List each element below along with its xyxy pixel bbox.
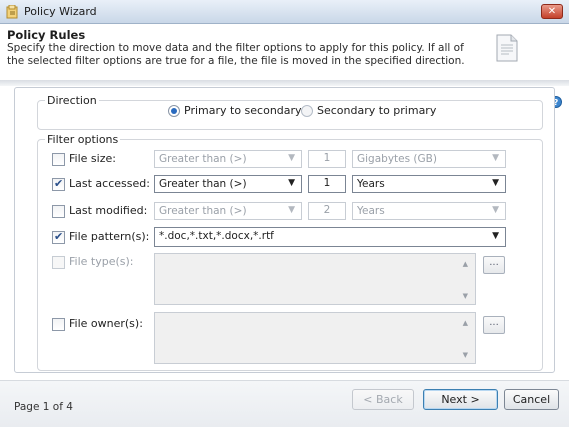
scroll-up-icon[interactable]: ▲ [463, 260, 468, 268]
file-owner-list[interactable]: ▲ ▼ [154, 312, 476, 364]
file-size-operator-value: Greater than (>) [159, 153, 247, 165]
radio-primary-to-secondary[interactable] [168, 105, 180, 117]
last-modified-value-input[interactable]: 2 [308, 202, 346, 220]
last-accessed-operator-select[interactable]: Greater than (>) ▼ [154, 175, 302, 193]
file-size-label: File size: [69, 152, 116, 165]
last-accessed-operator-value: Greater than (>) [159, 178, 247, 190]
radio-primary-to-secondary-label[interactable]: Primary to secondary [184, 104, 302, 117]
scroll-up-icon[interactable]: ▲ [463, 319, 468, 327]
close-button[interactable]: ✕ [541, 4, 563, 19]
last-accessed-value-input[interactable]: 1 [308, 175, 346, 193]
header-separator [0, 80, 569, 86]
dropdown-arrow-icon: ▼ [288, 205, 295, 215]
last-modified-label: Last modified: [69, 204, 148, 217]
last-modified-operator-select[interactable]: Greater than (>) ▼ [154, 202, 302, 220]
last-accessed-checkbox[interactable] [52, 177, 65, 191]
page-indicator: Page 1 of 4 [14, 401, 73, 413]
wizard-header: Policy Rules Specify the direction to mo… [0, 25, 569, 80]
back-button[interactable]: < Back [352, 389, 414, 410]
file-size-unit-select[interactable]: Gigabytes (GB) ▼ [352, 150, 506, 168]
dropdown-arrow-icon: ▼ [492, 153, 499, 163]
file-owner-checkbox[interactable] [52, 318, 65, 331]
dropdown-arrow-icon: ▼ [288, 178, 295, 188]
file-type-checkbox[interactable] [52, 256, 65, 269]
file-type-list[interactable]: ▲ ▼ [154, 253, 476, 305]
last-modified-operator-value: Greater than (>) [159, 205, 247, 217]
dropdown-arrow-icon: ▼ [288, 153, 295, 163]
window-title: Policy Wizard [24, 5, 97, 18]
filter-options-legend: Filter options [45, 133, 121, 146]
title-bar: Policy Wizard ✕ [0, 0, 569, 24]
page-description: Specify the direction to move data and t… [7, 42, 465, 67]
file-size-operator-select[interactable]: Greater than (>) ▼ [154, 150, 302, 168]
file-size-checkbox[interactable] [52, 153, 65, 166]
policy-wizard-icon [6, 5, 18, 19]
file-pattern-label: File pattern(s): [69, 230, 150, 243]
last-accessed-unit-value: Years [357, 178, 385, 190]
last-modified-unit-select[interactable]: Years ▼ [352, 202, 506, 220]
file-type-browse-button[interactable]: ... [483, 256, 505, 274]
dropdown-arrow-icon: ▼ [492, 205, 499, 215]
file-pattern-value: *.doc,*.txt,*.docx,*.rtf [159, 230, 274, 242]
direction-legend: Direction [45, 94, 99, 107]
page-title: Policy Rules [7, 28, 86, 42]
scroll-down-icon[interactable]: ▼ [463, 351, 468, 359]
document-icon [496, 34, 518, 62]
file-size-unit-value: Gigabytes (GB) [357, 153, 437, 165]
radio-secondary-to-primary[interactable] [301, 105, 313, 117]
dropdown-arrow-icon: ▼ [492, 178, 499, 188]
file-size-value-input[interactable]: 1 [308, 150, 346, 168]
last-accessed-unit-select[interactable]: Years ▼ [352, 175, 506, 193]
cancel-button[interactable]: Cancel [504, 389, 559, 410]
file-owner-browse-button[interactable]: ... [483, 316, 505, 334]
next-button[interactable]: Next > [423, 389, 498, 410]
file-pattern-combobox[interactable]: *.doc,*.txt,*.docx,*.rtf ▼ [154, 227, 506, 247]
file-owner-label: File owner(s): [69, 317, 143, 330]
last-modified-checkbox[interactable] [52, 205, 65, 218]
last-modified-unit-value: Years [357, 205, 385, 217]
file-type-label: File type(s): [69, 255, 134, 268]
scroll-down-icon[interactable]: ▼ [463, 292, 468, 300]
dropdown-arrow-icon: ▼ [492, 231, 499, 241]
last-accessed-label: Last accessed: [69, 177, 150, 190]
file-pattern-checkbox[interactable] [52, 230, 65, 244]
radio-secondary-to-primary-label[interactable]: Secondary to primary [317, 104, 436, 117]
